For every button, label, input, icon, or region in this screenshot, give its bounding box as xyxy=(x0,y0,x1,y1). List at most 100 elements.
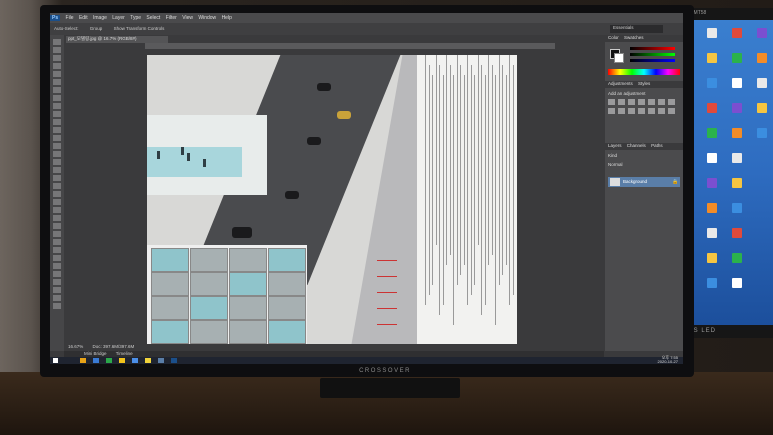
color-spectrum[interactable] xyxy=(608,69,680,75)
taskbar-app-icon[interactable] xyxy=(158,358,164,363)
desktop-shortcut-icon[interactable] xyxy=(757,103,767,113)
tool-icon[interactable] xyxy=(53,199,61,205)
menu-edit[interactable]: Edit xyxy=(79,15,88,21)
desktop-shortcut-icon[interactable] xyxy=(732,178,742,188)
blend-mode-select[interactable]: Normal xyxy=(608,162,623,167)
tool-icon[interactable] xyxy=(53,239,61,245)
desktop-shortcut-icon[interactable] xyxy=(707,228,717,238)
tab-paths[interactable]: Paths xyxy=(651,143,663,148)
tab-styles[interactable]: Styles xyxy=(638,81,650,86)
tool-icon[interactable] xyxy=(53,39,61,45)
tool-icon[interactable] xyxy=(53,231,61,237)
desktop-shortcut-icon[interactable] xyxy=(707,203,717,213)
taskbar-app-icon[interactable] xyxy=(80,358,86,363)
desktop-shortcut-icon[interactable] xyxy=(757,53,767,63)
menu-layer[interactable]: Layer xyxy=(112,15,125,21)
windows-start-icon[interactable] xyxy=(53,358,58,363)
tool-icon[interactable] xyxy=(53,247,61,253)
adjustment-icon[interactable] xyxy=(648,99,655,105)
tool-icon[interactable] xyxy=(53,87,61,93)
desktop-shortcut-icon[interactable] xyxy=(732,53,742,63)
tool-icon[interactable] xyxy=(53,111,61,117)
tool-icon[interactable] xyxy=(53,159,61,165)
desktop-shortcut-icon[interactable] xyxy=(757,78,767,88)
desktop-shortcut-icon[interactable] xyxy=(707,253,717,263)
desktop-shortcut-icon[interactable] xyxy=(707,53,717,63)
adjustment-icon[interactable] xyxy=(668,108,675,114)
desktop-shortcut-icon[interactable] xyxy=(732,28,742,38)
tool-icon[interactable] xyxy=(53,223,61,229)
desktop-shortcut-icon[interactable] xyxy=(707,128,717,138)
desktop-shortcut-icon[interactable] xyxy=(732,78,742,88)
tool-icon[interactable] xyxy=(53,55,61,61)
taskbar-app-icon[interactable] xyxy=(171,358,177,363)
adjustment-icon[interactable] xyxy=(638,108,645,114)
tab-color[interactable]: Color xyxy=(608,35,619,40)
desktop-shortcut-icon[interactable] xyxy=(707,178,717,188)
tool-icon[interactable] xyxy=(53,183,61,189)
adjustment-icon[interactable] xyxy=(628,99,635,105)
adjustment-icon[interactable] xyxy=(638,99,645,105)
tool-icon[interactable] xyxy=(53,103,61,109)
tool-icon[interactable] xyxy=(53,95,61,101)
taskbar-app-icon[interactable] xyxy=(132,358,138,363)
adjustment-icon[interactable] xyxy=(608,108,615,114)
menu-view[interactable]: View xyxy=(182,15,193,21)
tool-icon[interactable] xyxy=(53,63,61,69)
tool-icon[interactable] xyxy=(53,279,61,285)
tool-icon[interactable] xyxy=(53,47,61,53)
tab-mini-bridge[interactable]: Mini Bridge xyxy=(84,351,107,356)
tool-icon[interactable] xyxy=(53,287,61,293)
menu-filter[interactable]: Filter xyxy=(166,15,177,21)
tool-icon[interactable] xyxy=(53,175,61,181)
tab-timeline[interactable]: Timeline xyxy=(116,351,133,356)
taskbar-app-icon[interactable] xyxy=(106,358,112,363)
adjustment-icon[interactable] xyxy=(628,108,635,114)
desktop-shortcut-icon[interactable] xyxy=(732,203,742,213)
tool-icon[interactable] xyxy=(53,303,61,309)
desktop-shortcut-icon[interactable] xyxy=(757,28,767,38)
layer-row-background[interactable]: Background 🔒 xyxy=(608,177,680,187)
auto-select-checkbox[interactable]: Auto-Select: xyxy=(54,26,79,31)
tool-icon[interactable] xyxy=(53,143,61,149)
tab-swatches[interactable]: Swatches xyxy=(624,35,644,40)
tool-icon[interactable] xyxy=(53,151,61,157)
blue-slider[interactable] xyxy=(630,59,675,62)
tool-icon[interactable] xyxy=(53,167,61,173)
tool-icon[interactable] xyxy=(53,263,61,269)
taskbar-app-icon[interactable] xyxy=(145,358,151,363)
desktop-shortcut-icon[interactable] xyxy=(732,153,742,163)
zoom-readout[interactable]: 16.67% xyxy=(68,344,83,349)
menu-image[interactable]: Image xyxy=(93,15,107,21)
tab-adjustments[interactable]: Adjustments xyxy=(608,81,633,86)
red-slider[interactable] xyxy=(630,47,675,50)
desktop-shortcut-icon[interactable] xyxy=(707,278,717,288)
desktop-shortcut-icon[interactable] xyxy=(732,228,742,238)
desktop-shortcut-icon[interactable] xyxy=(732,253,742,263)
desktop-shortcut-icon[interactable] xyxy=(732,278,742,288)
tool-icon[interactable] xyxy=(53,295,61,301)
adjustment-icon[interactable] xyxy=(668,99,675,105)
tool-icon[interactable] xyxy=(53,71,61,77)
tool-icon[interactable] xyxy=(53,191,61,197)
tab-channels[interactable]: Channels xyxy=(627,143,646,148)
adjustment-icon[interactable] xyxy=(658,108,665,114)
adjustment-icon[interactable] xyxy=(658,99,665,105)
menu-window[interactable]: Window xyxy=(198,15,216,21)
tool-icon[interactable] xyxy=(53,119,61,125)
taskbar-app-icon[interactable] xyxy=(119,358,125,363)
adjustment-icon[interactable] xyxy=(608,99,615,105)
taskbar-clock[interactable]: 오후 7:55 2020-10-27 xyxy=(650,356,678,364)
taskbar-app-icon[interactable] xyxy=(93,358,99,363)
workspace-switcher[interactable]: Essentials xyxy=(610,25,663,33)
background-color-swatch[interactable] xyxy=(614,53,624,63)
tool-icon[interactable] xyxy=(53,207,61,213)
desktop-shortcut-icon[interactable] xyxy=(707,28,717,38)
desktop-shortcut-icon[interactable] xyxy=(707,78,717,88)
menu-select[interactable]: Select xyxy=(146,15,160,21)
tool-icon[interactable] xyxy=(53,255,61,261)
tool-icon[interactable] xyxy=(53,215,61,221)
tab-layers[interactable]: Layers xyxy=(608,143,622,148)
adjustment-icon[interactable] xyxy=(648,108,655,114)
group-dropdown[interactable]: Group xyxy=(90,26,103,31)
